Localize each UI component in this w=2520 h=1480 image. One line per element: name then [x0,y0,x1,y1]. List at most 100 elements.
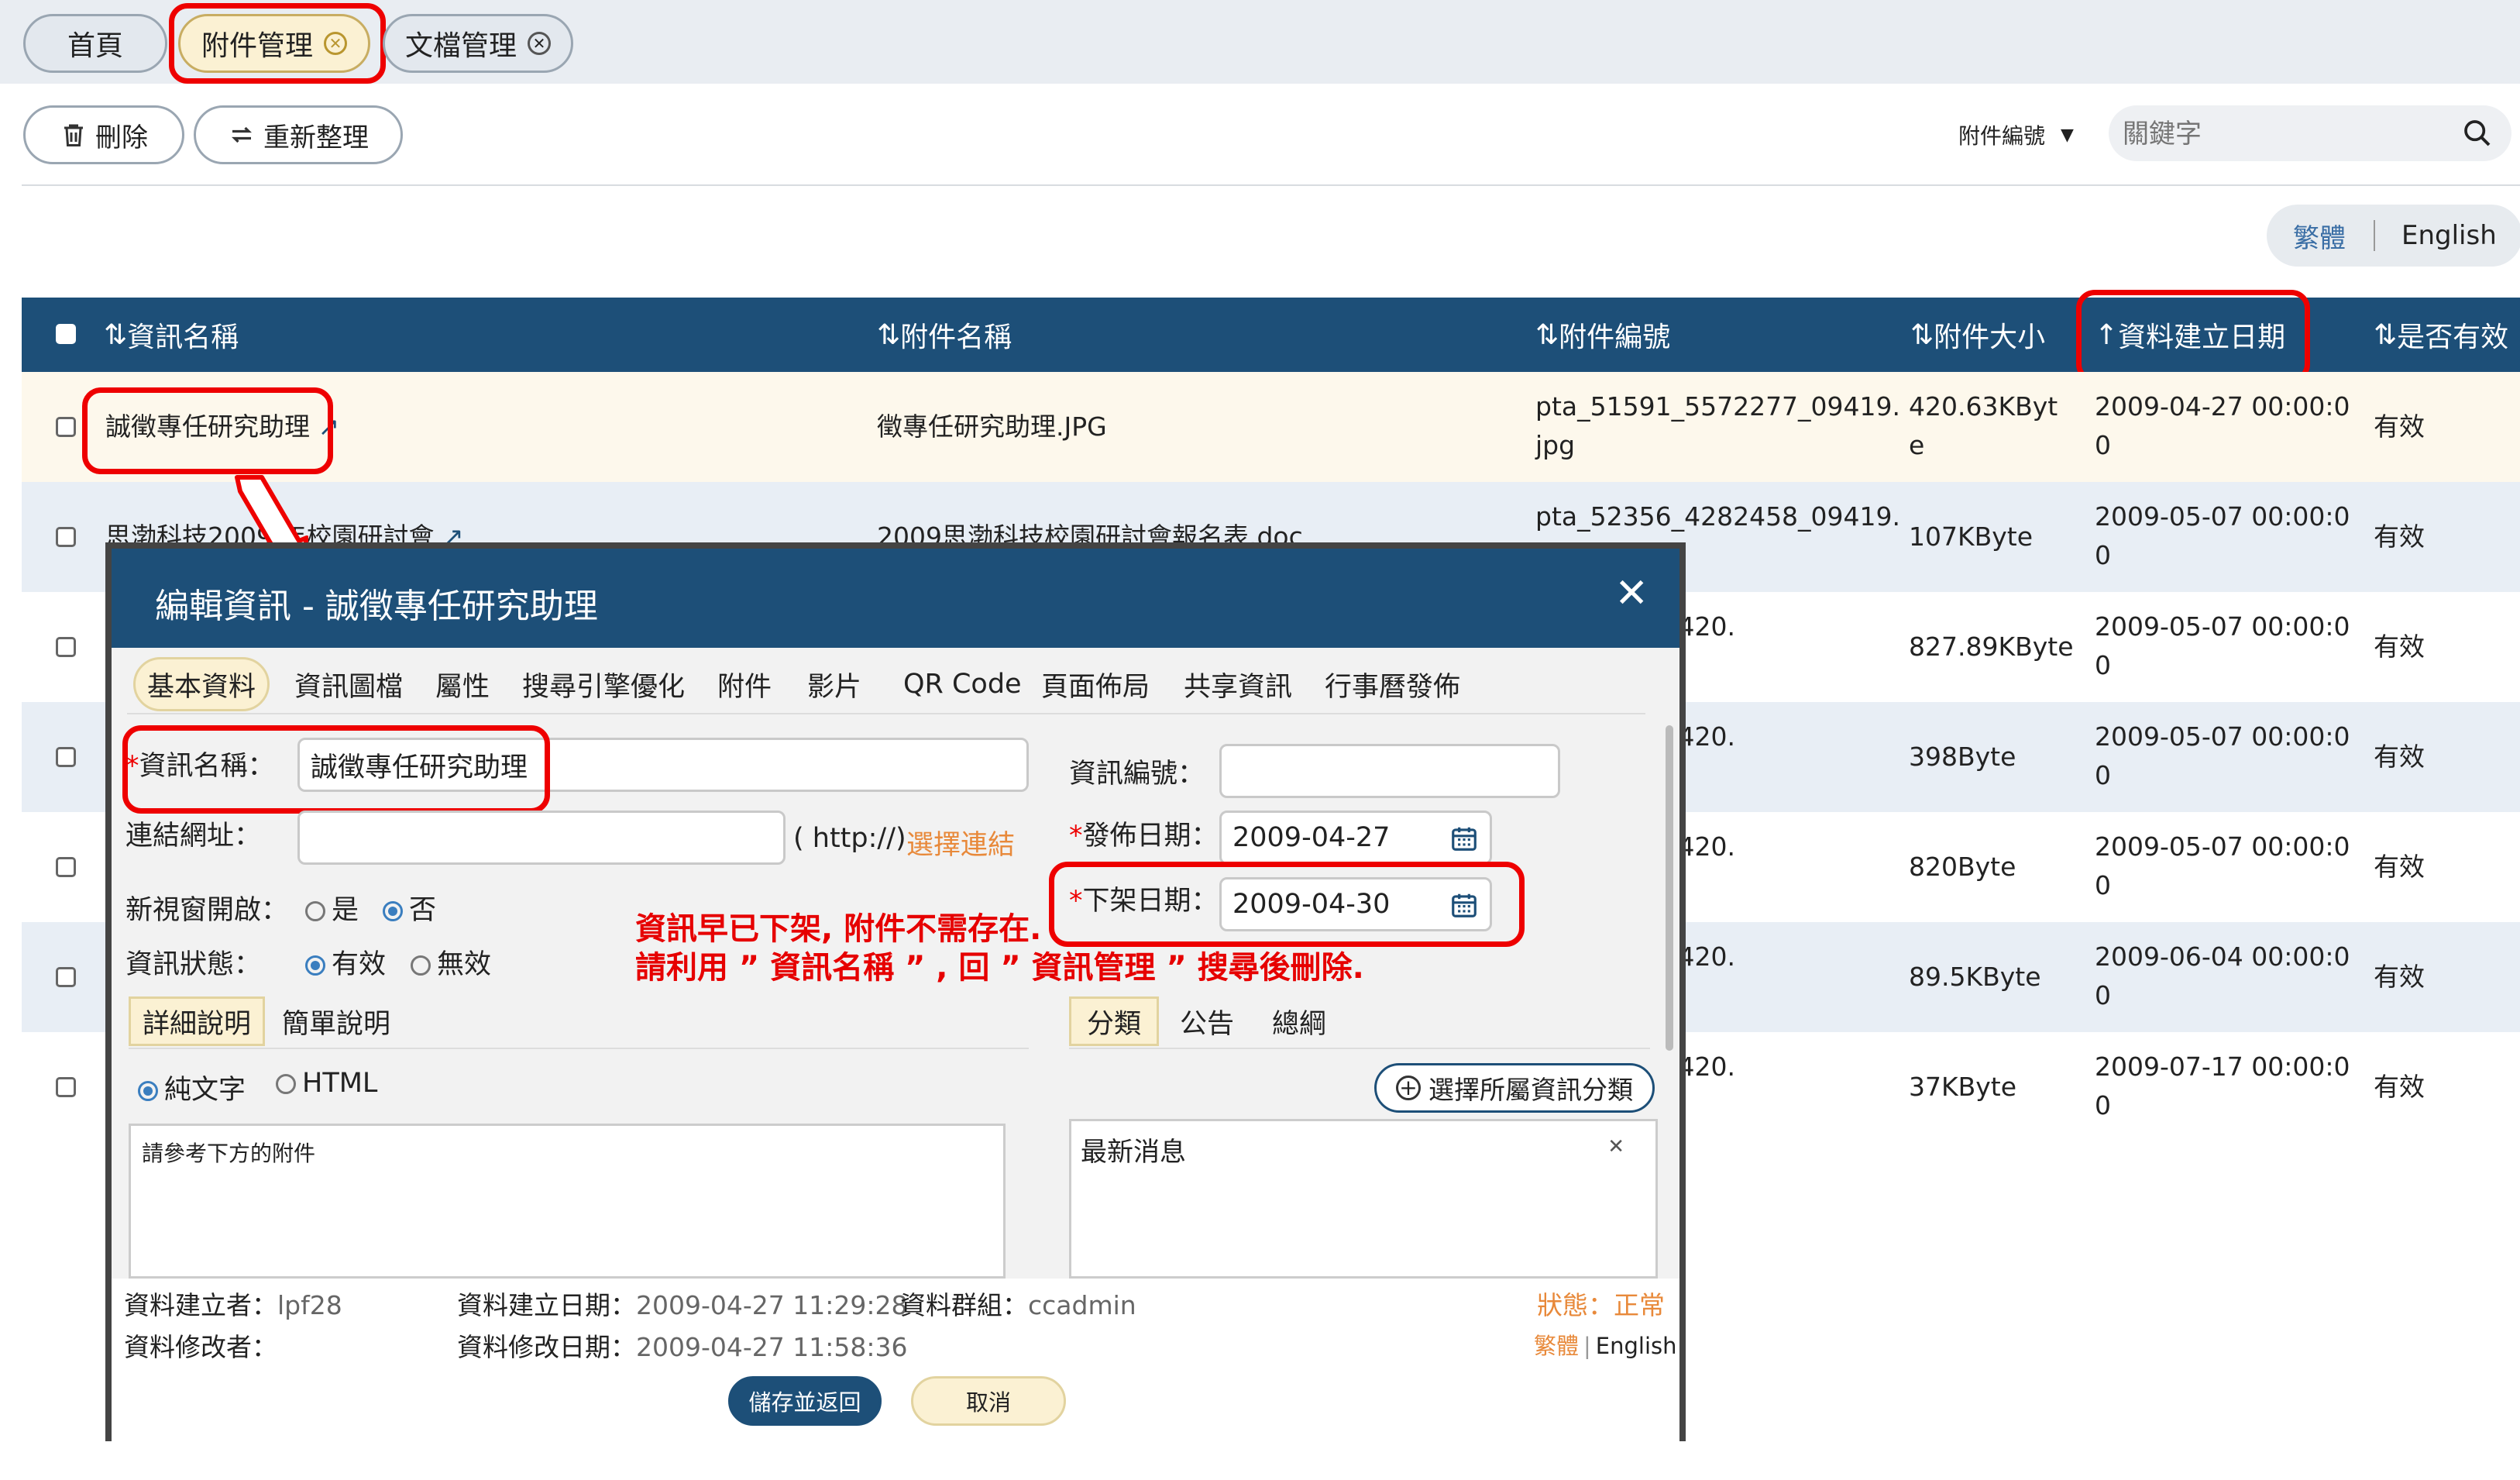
column-header-info-name[interactable]: ⇅ 資訊名稱 [104,298,239,372]
radio-html[interactable] [276,1074,296,1094]
search-field-select[interactable]: 附件編號 ▼ [1958,116,2074,153]
cancel-label: 取消 [965,1389,1011,1416]
description-textarea[interactable]: 請參考下方的附件 [129,1124,1006,1279]
tab-calendar-publish[interactable]: 行事曆發佈 [1325,657,1460,711]
select-category-button[interactable]: + 選擇所屬資訊分類 [1374,1063,1655,1113]
code-line-2: jpg [1535,430,1576,460]
date-line-1: 2009-05-07 00:00:0 [2095,611,2350,642]
tab-shared-info[interactable]: 共享資訊 [1184,657,1292,711]
column-header-valid[interactable]: ⇅ 是否有效 [2374,298,2508,372]
cell-attachment-size: 107KByte [1909,518,2033,556]
created-value: 2009-04-27 11:29:28 [636,1290,908,1320]
date-line-1: 2009-05-07 00:00:0 [2095,831,2350,862]
tab-page-layout[interactable]: 頁面佈局 [1041,657,1150,711]
tab-outline[interactable]: 總綱 [1257,996,1342,1046]
radio-yes[interactable] [305,901,325,921]
dialog-header: 編輯資訊 - 誠徵專任研究助理 ✕ [112,549,1679,648]
tab-document-management[interactable]: 文檔管理 ✕ [383,14,573,73]
category-item: 最新消息 [1081,1137,1186,1168]
lang-zh[interactable]: 繁體 [2293,217,2346,255]
tab-divider [127,713,1645,714]
sort-icon: ⇅ [877,318,901,351]
status-invalid-option[interactable]: 無效 [411,942,491,982]
tab-detail-description[interactable]: 詳細說明 [129,996,265,1046]
creator-label: 資料建立者： [124,1290,277,1320]
lang-en[interactable]: English [2401,220,2497,251]
select-link-button[interactable]: 選擇連結 [906,823,1015,862]
modified-label: 資料修改日期： [457,1332,636,1362]
tab-label: 搜尋引擎優化 [522,671,686,703]
scrollbar[interactable] [1666,725,1673,1051]
column-header-attachment-size[interactable]: ⇅ 附件大小 [1910,298,2045,372]
size-line-1: 398Byte [1909,742,2016,772]
status-invalid-label: 無效 [437,949,492,980]
search-input[interactable] [2121,112,2450,157]
size-line-1: 827.89KByte [1909,632,2074,662]
cancel-button[interactable]: 取消 [911,1376,1066,1426]
row-checkbox[interactable] [56,857,76,877]
tab-home-label: 首頁 [67,30,123,62]
dialog-lang-zh[interactable]: 繁體 [1534,1333,1579,1359]
table-row[interactable]: 誠徵專任研究助理 ↗ 徵專任研究助理.JPG pta_51591_5572277_0… [22,372,2520,482]
format-plain-option[interactable]: 純文字 [138,1068,246,1107]
row-checkbox[interactable] [56,637,76,657]
publish-date-input[interactable]: 2009-04-27 [1219,811,1492,865]
date-line-1: 2009-05-07 00:00:0 [2095,501,2350,532]
new-window-no-option[interactable]: 否 [383,888,436,928]
sort-icon: ⇅ [104,318,128,351]
url-input[interactable] [297,811,786,865]
search-icon[interactable] [2462,118,2493,149]
tab-category[interactable]: 分類 [1069,996,1159,1046]
row-checkbox[interactable] [56,527,76,547]
language-switch: 繁體 English [2267,205,2520,267]
column-header-attachment-code[interactable]: ⇅ 附件編號 [1535,298,1670,372]
cell-created-date: 2009-05-07 00:00:0 0 [2095,828,2350,905]
dialog-lang-en[interactable]: English [1596,1333,1677,1359]
save-label: 儲存並返回 [748,1389,861,1416]
save-and-return-button[interactable]: 儲存並返回 [728,1376,882,1426]
format-html-option[interactable]: HTML [276,1068,377,1099]
subtab-label: 詳細說明 [142,1008,251,1040]
close-icon[interactable]: ✕ [1614,570,1648,617]
tab-home[interactable]: 首頁 [23,14,167,73]
radio-invalid[interactable] [411,955,431,976]
tab-seo[interactable]: 搜尋引擎優化 [522,657,685,711]
refresh-button[interactable]: 重新整理 [194,105,403,164]
tab-announcement[interactable]: 公告 [1168,996,1246,1046]
new-window-yes-option[interactable]: 是 [305,888,359,928]
tab-basic-info[interactable]: 基本資料 [133,657,270,711]
tab-info-images[interactable]: 資訊圖檔 [294,657,403,711]
cell-created-date: 2009-05-07 00:00:0 0 [2095,718,2350,795]
date-line-1: 2009-06-04 00:00:0 [2095,941,2350,972]
info-code-input[interactable] [1219,744,1560,798]
remove-icon[interactable]: ✕ [1607,1135,1624,1158]
status-valid-option[interactable]: 有效 [305,942,386,982]
delete-button[interactable]: 刪除 [23,105,184,164]
tab-video[interactable]: 影片 [807,657,861,711]
radio-plain[interactable] [138,1081,158,1101]
select-all-checkbox[interactable] [56,324,76,344]
row-checkbox[interactable] [56,967,76,987]
cell-attachment-name: 徵專任研究助理.JPG [877,411,1107,442]
tab-qr-code[interactable]: QR Code [903,657,1022,711]
format-html-label: HTML [302,1068,378,1099]
radio-valid[interactable] [305,955,325,976]
tab-label: 影片 [807,671,862,703]
row-checkbox[interactable] [56,417,76,437]
close-icon[interactable]: ✕ [528,32,551,55]
date-line-2: 0 [2095,540,2111,570]
radio-no[interactable] [383,901,403,921]
row-checkbox[interactable] [56,747,76,767]
calendar-icon[interactable] [1449,824,1479,860]
tab-simple-description[interactable]: 簡單說明 [274,996,398,1046]
tab-attributes[interactable]: 屬性 [435,657,490,711]
cell-attachment-size: 398Byte [1909,738,2016,776]
description-text: 請參考下方的附件 [142,1141,316,1166]
row-checkbox[interactable] [56,1077,76,1097]
cell-attachment-size: 827.89KByte [1909,628,2074,666]
created-info: 資料建立日期：2009-04-27 11:29:28 [457,1285,907,1322]
column-header-attachment-name[interactable]: ⇅ 附件名稱 [877,298,1012,372]
tab-attachments[interactable]: 附件 [717,657,772,711]
tab-label: 共享資訊 [1184,671,1293,703]
date-line-1: 2009-05-07 00:00:0 [2095,721,2350,752]
